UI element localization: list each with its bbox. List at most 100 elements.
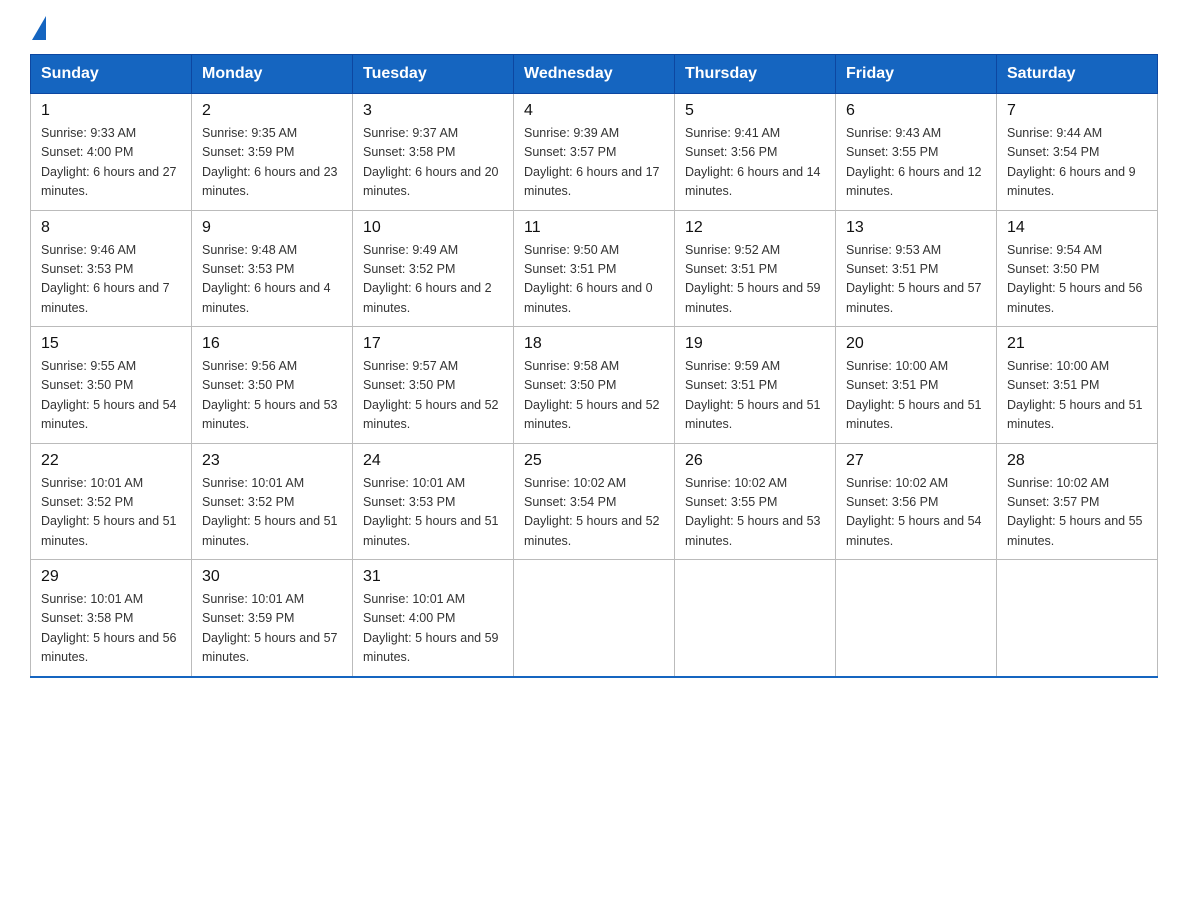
logo (30, 20, 46, 36)
day-header-friday: Friday (836, 55, 997, 94)
day-number: 22 (41, 452, 181, 470)
calendar-cell: 1 Sunrise: 9:33 AM Sunset: 4:00 PM Dayli… (31, 94, 192, 211)
calendar-cell: 18 Sunrise: 9:58 AM Sunset: 3:50 PM Dayl… (514, 327, 675, 444)
day-info: Sunrise: 9:44 AM Sunset: 3:54 PM Dayligh… (1007, 124, 1147, 202)
day-info: Sunrise: 9:56 AM Sunset: 3:50 PM Dayligh… (202, 357, 342, 435)
day-number: 14 (1007, 219, 1147, 237)
day-number: 4 (524, 102, 664, 120)
day-info: Sunrise: 9:49 AM Sunset: 3:52 PM Dayligh… (363, 241, 503, 319)
day-info: Sunrise: 10:01 AM Sunset: 4:00 PM Daylig… (363, 590, 503, 668)
calendar-cell: 2 Sunrise: 9:35 AM Sunset: 3:59 PM Dayli… (192, 94, 353, 211)
calendar-cell: 21 Sunrise: 10:00 AM Sunset: 3:51 PM Day… (997, 327, 1158, 444)
calendar-cell: 27 Sunrise: 10:02 AM Sunset: 3:56 PM Day… (836, 443, 997, 560)
day-info: Sunrise: 10:00 AM Sunset: 3:51 PM Daylig… (846, 357, 986, 435)
day-number: 25 (524, 452, 664, 470)
day-info: Sunrise: 9:55 AM Sunset: 3:50 PM Dayligh… (41, 357, 181, 435)
day-number: 11 (524, 219, 664, 237)
calendar-week-row: 22 Sunrise: 10:01 AM Sunset: 3:52 PM Day… (31, 443, 1158, 560)
day-number: 29 (41, 568, 181, 586)
day-header-tuesday: Tuesday (353, 55, 514, 94)
day-info: Sunrise: 10:02 AM Sunset: 3:55 PM Daylig… (685, 474, 825, 552)
calendar-cell: 22 Sunrise: 10:01 AM Sunset: 3:52 PM Day… (31, 443, 192, 560)
day-number: 21 (1007, 335, 1147, 353)
calendar-cell: 19 Sunrise: 9:59 AM Sunset: 3:51 PM Dayl… (675, 327, 836, 444)
day-number: 19 (685, 335, 825, 353)
day-info: Sunrise: 9:57 AM Sunset: 3:50 PM Dayligh… (363, 357, 503, 435)
calendar-cell: 11 Sunrise: 9:50 AM Sunset: 3:51 PM Dayl… (514, 210, 675, 327)
calendar-cell: 30 Sunrise: 10:01 AM Sunset: 3:59 PM Day… (192, 560, 353, 677)
day-number: 31 (363, 568, 503, 586)
calendar-cell: 26 Sunrise: 10:02 AM Sunset: 3:55 PM Day… (675, 443, 836, 560)
calendar-header-row: SundayMondayTuesdayWednesdayThursdayFrid… (31, 55, 1158, 94)
calendar-cell: 29 Sunrise: 10:01 AM Sunset: 3:58 PM Day… (31, 560, 192, 677)
day-info: Sunrise: 9:48 AM Sunset: 3:53 PM Dayligh… (202, 241, 342, 319)
day-info: Sunrise: 9:46 AM Sunset: 3:53 PM Dayligh… (41, 241, 181, 319)
day-info: Sunrise: 10:00 AM Sunset: 3:51 PM Daylig… (1007, 357, 1147, 435)
calendar-cell: 25 Sunrise: 10:02 AM Sunset: 3:54 PM Day… (514, 443, 675, 560)
calendar-week-row: 8 Sunrise: 9:46 AM Sunset: 3:53 PM Dayli… (31, 210, 1158, 327)
day-info: Sunrise: 10:01 AM Sunset: 3:52 PM Daylig… (41, 474, 181, 552)
day-info: Sunrise: 10:02 AM Sunset: 3:56 PM Daylig… (846, 474, 986, 552)
calendar-cell: 23 Sunrise: 10:01 AM Sunset: 3:52 PM Day… (192, 443, 353, 560)
calendar-cell: 16 Sunrise: 9:56 AM Sunset: 3:50 PM Dayl… (192, 327, 353, 444)
day-number: 15 (41, 335, 181, 353)
calendar-table: SundayMondayTuesdayWednesdayThursdayFrid… (30, 54, 1158, 678)
calendar-cell: 10 Sunrise: 9:49 AM Sunset: 3:52 PM Dayl… (353, 210, 514, 327)
day-info: Sunrise: 9:33 AM Sunset: 4:00 PM Dayligh… (41, 124, 181, 202)
day-number: 1 (41, 102, 181, 120)
day-number: 12 (685, 219, 825, 237)
day-info: Sunrise: 9:52 AM Sunset: 3:51 PM Dayligh… (685, 241, 825, 319)
calendar-cell: 14 Sunrise: 9:54 AM Sunset: 3:50 PM Dayl… (997, 210, 1158, 327)
day-number: 18 (524, 335, 664, 353)
calendar-week-row: 1 Sunrise: 9:33 AM Sunset: 4:00 PM Dayli… (31, 94, 1158, 211)
calendar-week-row: 29 Sunrise: 10:01 AM Sunset: 3:58 PM Day… (31, 560, 1158, 677)
day-info: Sunrise: 10:01 AM Sunset: 3:59 PM Daylig… (202, 590, 342, 668)
day-info: Sunrise: 9:41 AM Sunset: 3:56 PM Dayligh… (685, 124, 825, 202)
day-number: 23 (202, 452, 342, 470)
calendar-cell: 24 Sunrise: 10:01 AM Sunset: 3:53 PM Day… (353, 443, 514, 560)
day-info: Sunrise: 9:59 AM Sunset: 3:51 PM Dayligh… (685, 357, 825, 435)
calendar-cell (675, 560, 836, 677)
day-header-saturday: Saturday (997, 55, 1158, 94)
day-number: 30 (202, 568, 342, 586)
day-number: 27 (846, 452, 986, 470)
page-header (30, 20, 1158, 36)
day-number: 17 (363, 335, 503, 353)
day-info: Sunrise: 9:50 AM Sunset: 3:51 PM Dayligh… (524, 241, 664, 319)
day-number: 28 (1007, 452, 1147, 470)
calendar-cell (514, 560, 675, 677)
calendar-cell: 20 Sunrise: 10:00 AM Sunset: 3:51 PM Day… (836, 327, 997, 444)
day-info: Sunrise: 9:58 AM Sunset: 3:50 PM Dayligh… (524, 357, 664, 435)
calendar-cell (997, 560, 1158, 677)
day-info: Sunrise: 9:53 AM Sunset: 3:51 PM Dayligh… (846, 241, 986, 319)
day-info: Sunrise: 10:01 AM Sunset: 3:52 PM Daylig… (202, 474, 342, 552)
day-header-monday: Monday (192, 55, 353, 94)
calendar-cell: 13 Sunrise: 9:53 AM Sunset: 3:51 PM Dayl… (836, 210, 997, 327)
day-info: Sunrise: 9:37 AM Sunset: 3:58 PM Dayligh… (363, 124, 503, 202)
day-info: Sunrise: 10:02 AM Sunset: 3:54 PM Daylig… (524, 474, 664, 552)
day-number: 10 (363, 219, 503, 237)
day-number: 16 (202, 335, 342, 353)
day-number: 6 (846, 102, 986, 120)
day-number: 8 (41, 219, 181, 237)
day-info: Sunrise: 10:02 AM Sunset: 3:57 PM Daylig… (1007, 474, 1147, 552)
calendar-cell: 12 Sunrise: 9:52 AM Sunset: 3:51 PM Dayl… (675, 210, 836, 327)
calendar-cell: 4 Sunrise: 9:39 AM Sunset: 3:57 PM Dayli… (514, 94, 675, 211)
calendar-cell: 9 Sunrise: 9:48 AM Sunset: 3:53 PM Dayli… (192, 210, 353, 327)
day-number: 13 (846, 219, 986, 237)
calendar-cell: 6 Sunrise: 9:43 AM Sunset: 3:55 PM Dayli… (836, 94, 997, 211)
day-number: 3 (363, 102, 503, 120)
day-number: 9 (202, 219, 342, 237)
calendar-cell: 5 Sunrise: 9:41 AM Sunset: 3:56 PM Dayli… (675, 94, 836, 211)
logo-triangle-icon (32, 16, 46, 40)
day-info: Sunrise: 9:43 AM Sunset: 3:55 PM Dayligh… (846, 124, 986, 202)
calendar-cell: 7 Sunrise: 9:44 AM Sunset: 3:54 PM Dayli… (997, 94, 1158, 211)
day-number: 24 (363, 452, 503, 470)
day-header-thursday: Thursday (675, 55, 836, 94)
calendar-cell: 8 Sunrise: 9:46 AM Sunset: 3:53 PM Dayli… (31, 210, 192, 327)
calendar-week-row: 15 Sunrise: 9:55 AM Sunset: 3:50 PM Dayl… (31, 327, 1158, 444)
calendar-cell: 31 Sunrise: 10:01 AM Sunset: 4:00 PM Day… (353, 560, 514, 677)
day-number: 7 (1007, 102, 1147, 120)
day-info: Sunrise: 10:01 AM Sunset: 3:58 PM Daylig… (41, 590, 181, 668)
day-header-sunday: Sunday (31, 55, 192, 94)
